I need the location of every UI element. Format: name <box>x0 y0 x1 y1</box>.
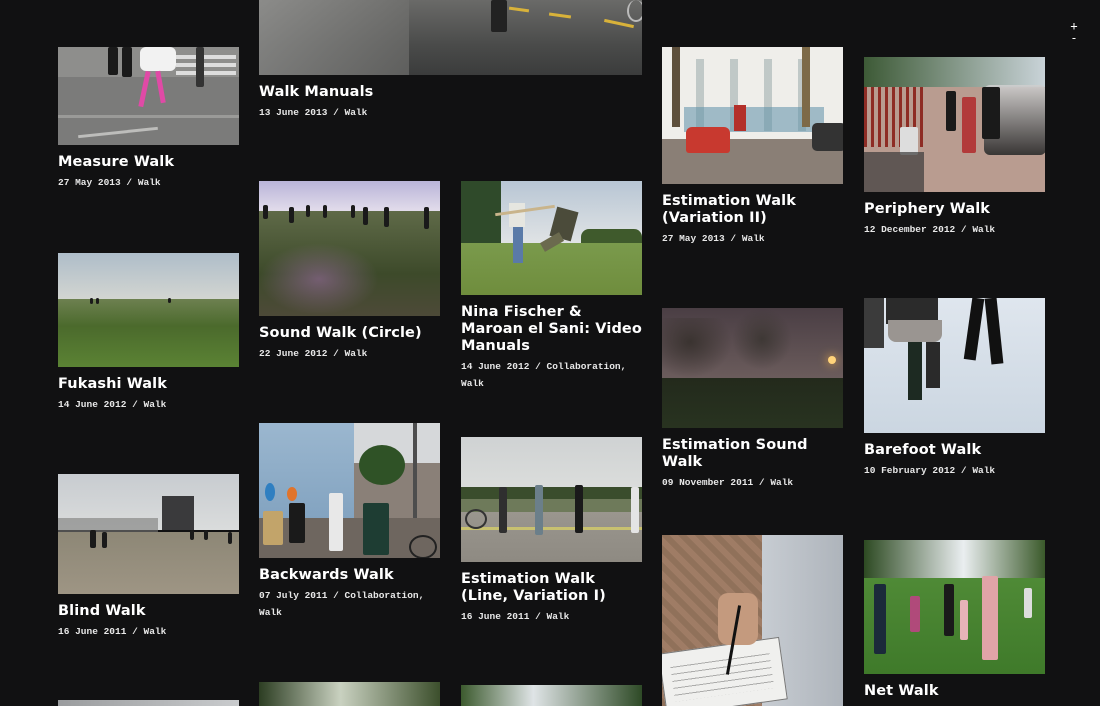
card-meta: 16 June 2011 / Walk <box>461 611 570 622</box>
card-meta: 14 June 2012 / Collaboration, Walk <box>461 361 627 389</box>
card-estimation-walk-line-variation-i[interactable]: Estimation Walk (Line, Variation I) 16 J… <box>461 437 642 625</box>
card-drawing-photo[interactable] <box>662 535 843 706</box>
card-title[interactable]: Backwards Walk <box>259 567 440 584</box>
card-bottom-3[interactable] <box>461 685 642 706</box>
card-walk-manuals[interactable]: Walk Manuals 13 June 2013 / Walk <box>259 0 642 121</box>
bottom-1-thumbnail[interactable] <box>58 700 239 706</box>
bottom-2-thumbnail[interactable] <box>259 682 440 706</box>
blind-walk-thumbnail[interactable] <box>58 474 239 594</box>
periphery-walk-thumbnail[interactable] <box>864 57 1045 192</box>
card-title[interactable]: Barefoot Walk <box>864 442 1045 459</box>
card-meta: 12 December 2012 / Walk <box>864 224 996 235</box>
estimation-walk-variation-ii-thumbnail[interactable] <box>662 47 843 184</box>
card-title[interactable]: Estimation Sound Walk <box>662 437 843 471</box>
card-title[interactable]: Net Walk <box>864 683 1045 700</box>
card-backwards-walk[interactable]: Backwards Walk 07 July 2011 / Collaborat… <box>259 423 440 621</box>
card-title[interactable]: Fukashi Walk <box>58 376 239 393</box>
card-meta: 13 June 2013 / Walk <box>259 107 368 118</box>
card-title[interactable]: Periphery Walk <box>864 201 1045 218</box>
sound-walk-circle-thumbnail[interactable] <box>259 181 440 316</box>
card-estimation-sound-walk[interactable]: Estimation Sound Walk 09 November 2011 /… <box>662 308 843 491</box>
card-meta: 27 May 2013 / Walk <box>58 177 161 188</box>
card-title[interactable]: Walk Manuals <box>259 84 642 101</box>
card-bottom-2[interactable] <box>259 682 440 706</box>
zoom-controls: + - <box>1068 20 1080 44</box>
card-title[interactable]: Blind Walk <box>58 603 239 620</box>
card-meta: 14 June 2012 / Walk <box>58 399 167 410</box>
card-fukashi-walk[interactable]: Fukashi Walk 14 June 2012 / Walk <box>58 253 239 413</box>
card-meta: 09 November 2011 / Walk <box>662 477 794 488</box>
card-net-walk[interactable]: Net Walk <box>864 540 1045 700</box>
card-meta: 27 May 2013 / Walk <box>662 233 765 244</box>
walk-manuals-thumbnail[interactable] <box>259 0 642 75</box>
card-title[interactable]: Measure Walk <box>58 154 239 171</box>
card-title[interactable]: Sound Walk (Circle) <box>259 325 440 342</box>
barefoot-walk-thumbnail[interactable] <box>864 298 1045 433</box>
measure-walk-thumbnail[interactable] <box>58 47 239 145</box>
backwards-walk-thumbnail[interactable] <box>259 423 440 558</box>
zoom-out-button[interactable]: - <box>1068 32 1080 44</box>
card-blind-walk[interactable]: Blind Walk 16 June 2011 / Walk <box>58 474 239 640</box>
card-meta: 07 July 2011 / Collaboration, Walk <box>259 590 425 618</box>
card-title[interactable]: Nina Fischer & Maroan el Sani: Video Man… <box>461 304 642 355</box>
card-title[interactable]: Estimation Walk (Variation II) <box>662 193 843 227</box>
card-estimation-walk-variation-ii[interactable]: Estimation Walk (Variation II) 27 May 20… <box>662 47 843 247</box>
card-periphery-walk[interactable]: Periphery Walk 12 December 2012 / Walk <box>864 57 1045 238</box>
card-barefoot-walk[interactable]: Barefoot Walk 10 February 2012 / Walk <box>864 298 1045 479</box>
card-nina-fischer-video-manuals[interactable]: Nina Fischer & Maroan el Sani: Video Man… <box>461 181 642 392</box>
card-bottom-1[interactable] <box>58 700 239 706</box>
estimation-walk-line-variation-i-thumbnail[interactable] <box>461 437 642 562</box>
card-measure-walk[interactable]: Measure Walk 27 May 2013 / Walk <box>58 47 239 191</box>
drawing-photo-thumbnail[interactable] <box>662 535 843 706</box>
card-sound-walk-circle[interactable]: Sound Walk (Circle) 22 June 2012 / Walk <box>259 181 440 362</box>
card-meta: 16 June 2011 / Walk <box>58 626 167 637</box>
bottom-3-thumbnail[interactable] <box>461 685 642 706</box>
nina-fischer-video-manuals-thumbnail[interactable] <box>461 181 642 295</box>
fukashi-walk-thumbnail[interactable] <box>58 253 239 367</box>
net-walk-thumbnail[interactable] <box>864 540 1045 674</box>
estimation-sound-walk-thumbnail[interactable] <box>662 308 843 428</box>
card-meta: 10 February 2012 / Walk <box>864 465 996 476</box>
card-title[interactable]: Estimation Walk (Line, Variation I) <box>461 571 642 605</box>
card-meta: 22 June 2012 / Walk <box>259 348 368 359</box>
